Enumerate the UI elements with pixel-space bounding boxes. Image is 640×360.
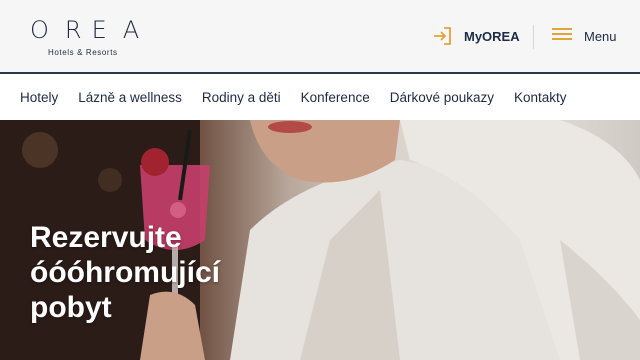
hero-banner: Rezervujte óóóhromující pobyt [0, 120, 640, 360]
hero-title-line-1: Rezervujte [30, 221, 182, 254]
hero-title-line-2: óóóhromující [30, 256, 220, 289]
hero-title: Rezervujte óóóhromující pobyt [30, 220, 290, 325]
header-divider [533, 25, 534, 49]
nav-item-konference[interactable]: Konference [301, 90, 370, 105]
menu-button[interactable]: Menu [552, 24, 617, 48]
main-navigation: Hotely Lázně a wellness Rodiny a děti Ko… [0, 74, 640, 120]
logo-wordmark: OREA [30, 16, 144, 44]
hamburger-icon [552, 26, 572, 47]
hero-title-line-3: pobyt [30, 291, 112, 324]
nav-item-rodiny-deti[interactable]: Rodiny a děti [202, 90, 281, 105]
site-header: OREA Hotels & Resorts MyOREA Menu [0, 0, 640, 74]
login-icon [432, 25, 454, 47]
myorea-button[interactable]: MyOREA [432, 24, 520, 48]
nav-item-darkove-poukazy[interactable]: Dárkové poukazy [390, 90, 494, 105]
nav-item-hotely[interactable]: Hotely [20, 90, 58, 105]
logo-tagline: Hotels & Resorts [48, 48, 118, 57]
myorea-label: MyOREA [464, 28, 520, 44]
nav-item-lazne-wellness[interactable]: Lázně a wellness [78, 90, 182, 105]
orea-logo[interactable]: OREA Hotels & Resorts [30, 16, 140, 58]
nav-item-kontakty[interactable]: Kontakty [514, 90, 567, 105]
menu-label: Menu [584, 28, 617, 44]
